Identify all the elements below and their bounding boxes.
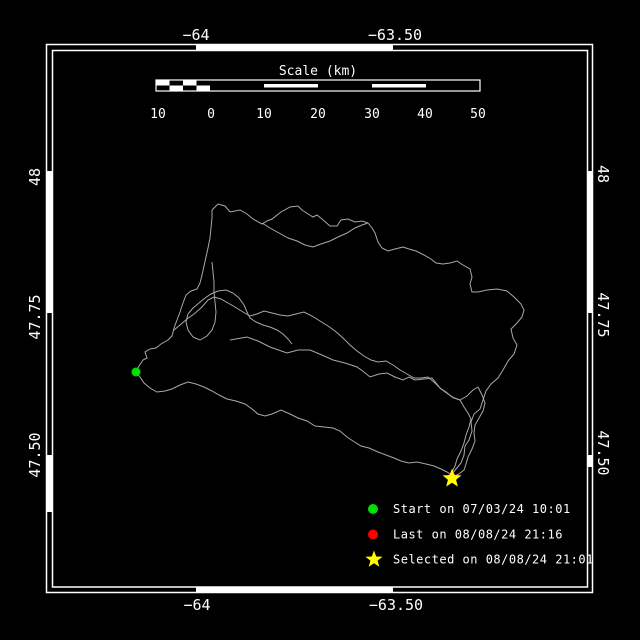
scale-label-1: 0 xyxy=(207,107,215,122)
axis-label-bottom-lon2: −63.50 xyxy=(369,596,423,614)
track-segment[interactable] xyxy=(174,297,478,400)
scale-label-0: 10 xyxy=(150,107,166,122)
track-markers xyxy=(132,368,462,487)
track-segment[interactable] xyxy=(136,210,212,372)
scale-bar: Scale (km) 10 0 10 20 30 40 50 xyxy=(150,64,486,122)
scale-label-6: 50 xyxy=(470,107,486,122)
axis-label-right-lat1: 48 xyxy=(594,165,612,183)
scale-label-3: 20 xyxy=(310,107,326,122)
legend-selected-label: Selected on 08/08/24 21:01 xyxy=(393,553,594,567)
track-path[interactable] xyxy=(136,204,524,476)
axis-label-top-lon2: −63.50 xyxy=(368,26,422,44)
legend-last-label: Last on 08/08/24 21:16 xyxy=(393,528,563,542)
axis-label-top-lon1: −64 xyxy=(182,26,209,44)
track-map-plot: −64 −63.50 −64 −63.50 48 47.75 47.50 48 … xyxy=(0,0,640,640)
track-segment[interactable] xyxy=(212,204,524,474)
axis-label-left-lat2: 47.75 xyxy=(26,294,44,339)
axis-label-left-lat1: 48 xyxy=(26,168,44,186)
start-position-marker[interactable] xyxy=(132,368,141,377)
scale-label-5: 40 xyxy=(417,107,433,122)
axis-label-left-lat3: 47.50 xyxy=(26,432,44,477)
track-segment[interactable] xyxy=(262,223,368,247)
track-segment[interactable] xyxy=(230,337,460,400)
legend: Start on 07/03/24 10:01 Last on 08/08/24… xyxy=(365,502,593,567)
scale-label-4: 30 xyxy=(364,107,380,122)
axis-label-right-lat2: 47.75 xyxy=(594,292,612,337)
scale-label-2: 10 xyxy=(256,107,272,122)
track-segment[interactable] xyxy=(136,372,452,475)
axis-label-bottom-lon1: −64 xyxy=(183,596,210,614)
scale-bar-title: Scale (km) xyxy=(279,64,357,79)
legend-start-label: Start on 07/03/24 10:01 xyxy=(393,502,571,516)
axis-label-right-lat3: 47.50 xyxy=(594,430,612,475)
legend-start-dot-icon xyxy=(368,504,378,514)
legend-last-dot-icon xyxy=(368,530,378,540)
scale-bar-cells xyxy=(156,80,426,91)
legend-selected-star-icon xyxy=(365,551,382,567)
